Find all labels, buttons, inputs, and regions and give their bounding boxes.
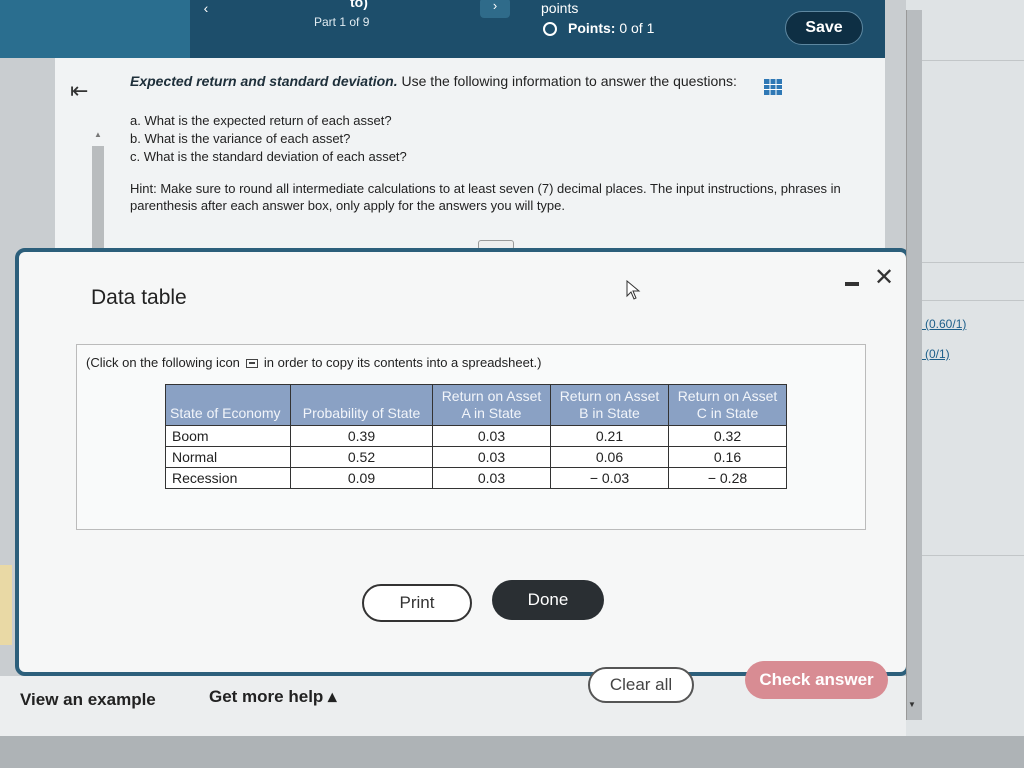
header-left-panel <box>0 0 190 58</box>
table-cell: 0.21 <box>550 425 669 447</box>
table-cell: 0.09 <box>290 467 433 489</box>
question-heading: Expected return and standard deviation. <box>130 73 398 89</box>
copy-to-spreadsheet-icon[interactable] <box>245 359 258 369</box>
right-panel <box>906 0 1024 768</box>
column-header: State of Economy <box>165 384 291 426</box>
check-answer-button[interactable]: Check answer <box>745 661 888 699</box>
question-item: a. What is the expected return of each a… <box>130 113 392 128</box>
get-more-help-button[interactable]: Get more help ▴ <box>209 687 337 707</box>
column-header: Return on Asset B in State <box>550 384 669 426</box>
column-header: Return on Asset C in State <box>668 384 787 426</box>
data-table-icon[interactable] <box>764 79 782 95</box>
copy-instructions: (Click on the following icon in order to … <box>86 355 541 370</box>
table-cell: 0.16 <box>668 446 787 468</box>
table-cell: Boom <box>165 425 291 447</box>
copy-note-before: (Click on the following icon <box>86 355 240 370</box>
hint-text: Hint: Make sure to round all intermediat… <box>130 181 841 213</box>
table-cell: Normal <box>165 446 291 468</box>
print-button[interactable]: Print <box>362 584 472 622</box>
chevron-left-icon[interactable]: ‹ <box>188 0 224 20</box>
main-scrollbar[interactable] <box>906 10 922 720</box>
minimize-icon[interactable] <box>845 282 859 286</box>
save-button[interactable]: Save <box>785 11 863 45</box>
view-example-button[interactable]: View an example <box>20 690 156 710</box>
close-icon[interactable]: ✕ <box>874 266 894 290</box>
mouse-cursor-icon <box>626 280 641 300</box>
table-cell: 0.52 <box>290 446 433 468</box>
question-item: c. What is the standard deviation of eac… <box>130 149 407 164</box>
column-header: Return on Asset A in State <box>432 384 551 426</box>
table-cell: 0.03 <box>432 425 551 447</box>
table-cell: Recession <box>165 467 291 489</box>
divider <box>906 60 1024 61</box>
part-label: Part 1 of 9 <box>314 15 370 29</box>
points-status-icon <box>543 22 557 36</box>
table-cell: 0.03 <box>432 467 551 489</box>
dialog-title: Data table <box>91 286 187 309</box>
divider <box>906 262 1024 263</box>
points-status: Points: 0 of 1 <box>568 20 654 36</box>
chevron-right-icon[interactable]: › <box>480 0 510 18</box>
question-list: a. What is the expected return of each a… <box>130 112 407 166</box>
scroll-up-icon[interactable]: ▲ <box>94 130 102 139</box>
divider <box>906 555 1024 556</box>
question-scrollbar[interactable] <box>92 146 104 251</box>
question-title: Expected return and standard deviation. … <box>130 73 737 89</box>
divider <box>906 300 1024 301</box>
table-cell: 0.06 <box>550 446 669 468</box>
table-cell: − 0.28 <box>668 467 787 489</box>
data-table: State of Economy Probability of State Re… <box>165 384 787 489</box>
table-cell: − 0.03 <box>550 467 669 489</box>
done-button[interactable]: Done <box>492 580 604 620</box>
part-title: to) <box>350 0 368 10</box>
points-prefix: Points: <box>568 20 616 36</box>
points-heading: points <box>541 0 579 16</box>
table-cell: 0.39 <box>290 425 433 447</box>
table-header-row: State of Economy Probability of State Re… <box>165 384 787 426</box>
table-row: Recession 0.09 0.03 − 0.03 − 0.28 <box>165 467 787 489</box>
screen-bezel <box>0 736 1024 768</box>
table-row: Boom 0.39 0.03 0.21 0.32 <box>165 425 787 447</box>
scroll-down-icon[interactable]: ▼ <box>908 700 916 709</box>
collapse-left-icon[interactable]: ⇤ <box>70 78 100 103</box>
column-header: Probability of State <box>290 384 433 426</box>
clear-all-button[interactable]: Clear all <box>588 667 694 703</box>
side-score-link[interactable]: 4 (0.60/1) <box>915 317 966 331</box>
left-accent-strip <box>0 565 12 645</box>
question-item: b. What is the variance of each asset? <box>130 131 351 146</box>
copy-note-after: in order to copy its contents into a spr… <box>263 355 542 370</box>
table-cell: 0.32 <box>668 425 787 447</box>
table-row: Normal 0.52 0.03 0.06 0.16 <box>165 446 787 468</box>
question-instruction: Use the following information to answer … <box>401 73 737 89</box>
points-value: 0 of 1 <box>619 20 655 36</box>
side-score-item[interactable]: 4 (0.60/1) <box>915 317 966 331</box>
table-cell: 0.03 <box>432 446 551 468</box>
